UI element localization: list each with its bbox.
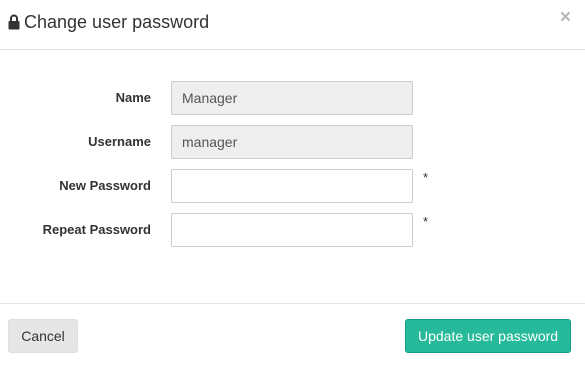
close-button[interactable]: × [560, 8, 571, 27]
new-password-required-marker: * [423, 170, 429, 185]
dialog-header: Change user password × [0, 0, 585, 50]
change-password-dialog: Change user password × Name Username New… [0, 0, 585, 373]
repeat-password-required-marker: * [423, 214, 429, 229]
repeat-password-label: Repeat Password [42, 222, 151, 237]
username-field [171, 125, 413, 159]
new-password-label: New Password [59, 178, 151, 193]
new-password-field[interactable] [171, 169, 413, 203]
username-label: Username [88, 134, 151, 149]
form-row-repeat-password: Repeat Password * [0, 213, 585, 247]
cancel-button[interactable]: Cancel [8, 319, 78, 353]
dialog-title-text: Change user password [24, 12, 210, 32]
repeat-password-field[interactable] [171, 213, 413, 247]
form-row-username: Username [0, 125, 585, 159]
form-row-name: Name [0, 81, 585, 115]
name-label: Name [115, 90, 151, 105]
dialog-footer: Cancel Update user password [0, 303, 585, 373]
dialog-title: Change user password [8, 11, 209, 33]
name-field [171, 81, 413, 115]
form-row-new-password: New Password * [0, 169, 585, 203]
dialog-body: Name Username New Password * Repeat Pass… [0, 50, 585, 303]
update-password-button[interactable]: Update user password [405, 319, 571, 353]
lock-icon [8, 13, 20, 30]
